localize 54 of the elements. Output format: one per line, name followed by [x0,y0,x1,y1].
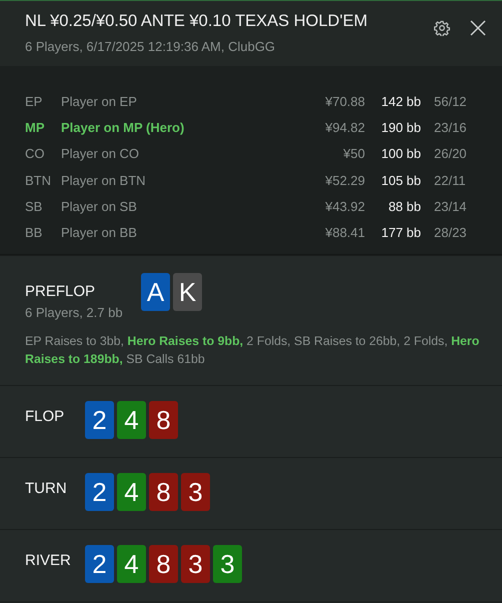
stack-amount: ¥50 [343,146,365,162]
stack-bb: 105 bb [381,172,421,188]
playing-card: 4 [117,401,146,439]
player-name: Player on EP [61,94,138,109]
player-stats: 23/14 [433,198,468,214]
stack-amount: ¥88.41 [325,225,365,240]
stack-bb: 88 bb [388,198,421,214]
player-name: Player on BTN [61,172,147,188]
stack-bb: 190 bb [381,120,421,135]
playing-card: 3 [181,545,210,583]
player-stats: 26/20 [433,146,468,162]
street-title: TURN [25,480,67,497]
position-label: EP [25,94,44,109]
position-label: SB [25,198,44,214]
playing-card: 4 [117,473,146,511]
player-stats: 23/16 [433,120,468,135]
player-name: Player on CO [61,146,140,162]
position-label: BTN [25,172,52,188]
stack-amount: ¥52.29 [325,172,365,188]
playing-card: 2 [85,401,114,439]
player-stats: 56/12 [433,94,468,109]
window-title: NL ¥0.25/¥0.50 ANTE ¥0.10 TEXAS HOLD'EM [25,12,368,31]
player-name: Player on SB [61,198,138,214]
stack-amount: ¥70.88 [325,94,365,109]
player-stats: 22/11 [433,172,467,188]
playing-card: 3 [181,473,210,511]
hand-subtitle: 6 Players, 6/17/2025 12:19:36 AM, ClubGG [25,39,276,54]
playing-card: A [141,273,170,311]
street-title: RIVER [25,552,71,569]
stack-amount: ¥94.82 [325,120,365,135]
player-name: Player on MP (Hero) [61,120,186,135]
playing-card: K [173,273,202,311]
stack-amount: ¥43.92 [325,198,365,214]
position-label: MP [25,120,46,135]
playing-card: 3 [213,545,242,583]
playing-card: 8 [149,545,178,583]
position-label: BB [25,225,44,240]
player-name: Player on BB [61,225,138,240]
street-title: PREFLOP [25,283,96,300]
settings-icon[interactable] [434,20,450,36]
street-title: FLOP [25,408,64,425]
action-summary: EP Raises to 3bb, Hero Raises to 9bb, 2 Folds, SB Raises to 26bb, 2 Folds, Hero Raises to 189bb, SB Calls 61bb [25,333,480,368]
stack-bb: 177 bb [381,225,421,240]
stack-bb: 142 bb [381,94,421,109]
close-icon[interactable] [470,20,486,36]
playing-card: 2 [85,473,114,511]
stack-bb: 100 bb [381,146,421,162]
player-stats: 28/23 [433,225,468,240]
playing-card: 8 [149,473,178,511]
position-label: CO [25,146,46,162]
playing-card: 4 [117,545,146,583]
playing-card: 2 [85,545,114,583]
street-summary: 6 Players, 2.7 bb [25,305,123,320]
playing-card: 8 [149,401,178,439]
